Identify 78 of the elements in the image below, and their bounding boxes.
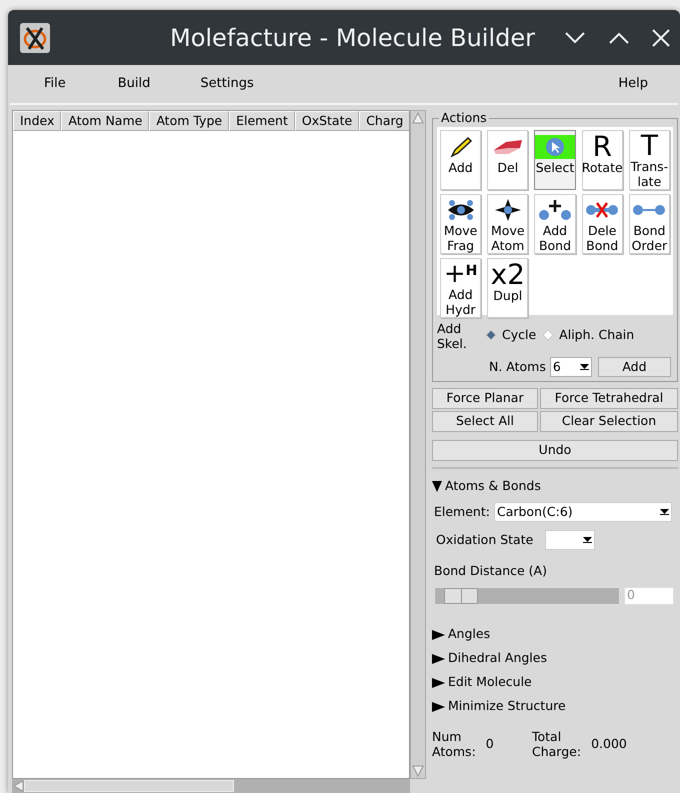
status-label: Num Atoms: — [432, 728, 476, 759]
scroll-up-icon[interactable] — [411, 111, 425, 125]
status-value: 0.000 — [591, 736, 627, 752]
tool-button[interactable]: +$^{H}$ Add Hydr — [440, 258, 482, 318]
tool-glyph: T — [640, 133, 658, 159]
tool-button[interactable]: Del — [487, 130, 528, 190]
element-label: Element: — [434, 502, 490, 521]
move-arrows-icon — [494, 199, 521, 221]
atoms-label: N. Atoms — [489, 358, 546, 376]
menu-item[interactable]: File — [44, 74, 66, 94]
bond-distance-label: Bond Distance (A) — [434, 562, 548, 580]
column-header[interactable]: Atom Type — [149, 111, 230, 131]
bond-distance-field[interactable]: 0 — [624, 586, 674, 605]
tool-button[interactable]: Select — [534, 130, 576, 190]
minimize-icon[interactable] — [564, 30, 586, 44]
section-toggle[interactable]: Dihedral Angles — [432, 646, 547, 671]
tool-button[interactable]: Add Bond — [534, 194, 576, 254]
tool-button[interactable]: Dele Bond — [582, 194, 623, 254]
column-header[interactable]: Atom Name — [61, 111, 150, 131]
action-button[interactable]: Clear Selection — [540, 411, 678, 432]
menu-item[interactable]: Settings — [200, 74, 254, 94]
menu-item[interactable]: Help — [618, 74, 648, 94]
section-toggle[interactable]: Edit Molecule — [432, 670, 532, 695]
status-value: 0 — [486, 736, 494, 752]
tool-button[interactable]: Move Atom — [487, 194, 528, 254]
tool-button[interactable]: x2 Dupl — [487, 258, 528, 318]
atoms-dropdown[interactable]: 6 — [550, 357, 592, 377]
add-skeleton-button[interactable]: Add — [598, 357, 671, 377]
pencil-icon — [448, 136, 474, 158]
maximize-icon[interactable] — [608, 30, 630, 44]
vertical-scrollbar[interactable] — [410, 110, 426, 779]
column-header[interactable]: OxState — [294, 111, 360, 131]
app-logo-icon — [20, 22, 50, 52]
close-icon[interactable] — [652, 28, 670, 46]
radio-diamond[interactable] — [542, 329, 554, 342]
menu-item[interactable]: Build — [118, 74, 150, 94]
window-title: Molefacture - Molecule Builder — [170, 22, 535, 54]
collapsed-arrow-icon — [432, 702, 445, 712]
expanded-arrow-icon — [432, 480, 442, 492]
action-button[interactable]: Force Planar — [432, 388, 538, 409]
delete-bond-icon — [585, 200, 620, 220]
dropdown-arrow-icon — [583, 537, 592, 543]
bond-slider[interactable] — [434, 586, 620, 605]
status-label: Total Charge: — [532, 728, 582, 759]
collapsed-arrow-icon — [432, 678, 445, 688]
oxidation-dropdown[interactable] — [545, 530, 596, 550]
horizontal-scrollbar[interactable] — [12, 779, 410, 793]
collapsed-arrow-icon — [432, 630, 445, 640]
tool-glyph: R — [592, 134, 612, 160]
tool-button[interactable]: Move Frag — [440, 194, 482, 254]
tool-button[interactable]: R Rotate — [582, 130, 623, 190]
column-header[interactable]: Element — [229, 111, 295, 131]
section-toggle[interactable]: Angles — [432, 622, 490, 647]
cursor-icon — [535, 134, 575, 158]
add-bond-icon — [538, 198, 572, 222]
tool-button[interactable]: Bond Order — [628, 194, 670, 254]
action-button[interactable]: Select All — [432, 411, 538, 432]
radio-option[interactable]: Cycle — [485, 326, 536, 345]
dropdown-arrow-icon — [580, 364, 589, 370]
column-header[interactable]: Index — [13, 111, 62, 131]
section-toggle[interactable]: Atoms & Bonds — [432, 474, 541, 498]
slider-thumb[interactable] — [444, 588, 478, 604]
radio-diamond[interactable] — [485, 329, 497, 342]
tool-button[interactable]: Add — [440, 130, 482, 190]
tool-glyph: x2 — [490, 262, 525, 288]
radio-option[interactable]: Aliph. Chain — [542, 326, 634, 345]
collapsed-arrow-icon — [432, 654, 445, 664]
skeleton-label: Add Skel. — [437, 321, 468, 351]
action-button[interactable]: Force Tetrahedral — [540, 388, 678, 409]
scroll-down-icon[interactable] — [411, 764, 425, 778]
action-button[interactable]: Undo — [432, 440, 678, 461]
element-dropdown[interactable]: Carbon(C:6) — [494, 502, 672, 522]
eye-icon — [446, 199, 476, 221]
tool-button[interactable]: T Trans- late — [628, 130, 670, 190]
tool-glyph: +$^{H}$ — [444, 261, 478, 287]
dropdown-arrow-icon — [660, 509, 669, 515]
oxidation-label: Oxidation State — [436, 530, 534, 549]
section-toggle[interactable]: Minimize Structure — [432, 694, 566, 719]
